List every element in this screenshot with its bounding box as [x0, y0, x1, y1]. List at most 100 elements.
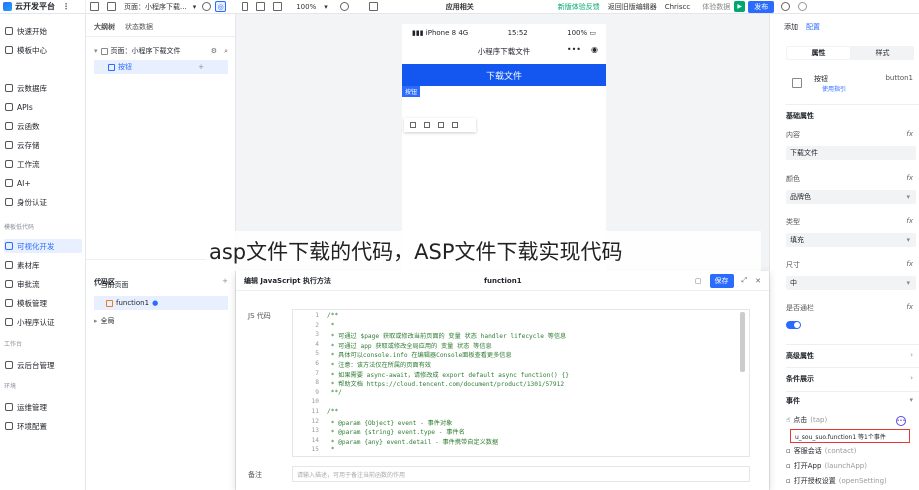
note-input[interactable]: 请输入描述，可用于备注当前函数的作用 [292, 466, 750, 482]
sidebar-item[interactable]: 工作流 [4, 157, 82, 171]
sidebar-item[interactable]: AI+ [4, 176, 82, 190]
seg-style[interactable]: 样式 [851, 46, 914, 60]
close-circle-icon[interactable]: ◉ [591, 45, 598, 54]
layout-icon[interactable] [90, 2, 99, 11]
desktop-icon[interactable] [273, 2, 283, 11]
sidebar-item[interactable]: 可视化开发 [4, 239, 82, 253]
sidebar-item[interactable]: 云函数 [4, 119, 82, 133]
current-page-group[interactable]: ▾ 当前页面 [94, 278, 228, 292]
fx-icon[interactable]: fx [906, 260, 913, 268]
sidebar-item[interactable]: 审批流 [4, 277, 82, 291]
sidebar-item[interactable]: 运维管理 [4, 400, 82, 414]
line-number: 7 [315, 369, 319, 377]
editor-scrollbar[interactable] [740, 312, 745, 372]
zoom-level[interactable]: 100% [296, 3, 316, 11]
code-line: * 如果需要 async-await，请修改成 export default a… [327, 371, 569, 379]
sidebar-item[interactable]: APIs [4, 100, 82, 114]
event-opensetting-row[interactable]: ▫ 打开授权设置 (openSetting) [786, 476, 887, 486]
expand-icon[interactable]: ⤢ [742, 276, 748, 285]
settings-icon[interactable] [781, 2, 791, 11]
user-name[interactable]: Chriscc [665, 3, 691, 11]
publish-button[interactable]: 发布 [748, 0, 775, 13]
outline-button-row[interactable]: 按钮 + [94, 60, 228, 74]
dots-icon[interactable]: ••• [567, 45, 581, 54]
save-button[interactable]: 保存 [709, 273, 734, 288]
sidebar-item-label: AI+ [17, 178, 31, 188]
undo-icon[interactable] [202, 2, 212, 11]
function-row[interactable]: function1 ● [94, 296, 228, 310]
divider [786, 391, 919, 392]
zoom-chevron-icon[interactable]: ▾ [324, 3, 328, 11]
avatar[interactable] [798, 2, 808, 11]
outline-page-row[interactable]: ▾ 页面：小程序下载文件 ⚙ ⌕ [94, 44, 228, 58]
fx-icon[interactable]: fx [906, 303, 913, 311]
fx-icon[interactable]: fx [906, 130, 913, 138]
bound-event[interactable]: u_sou_suo.function1 等1个事件 [790, 429, 910, 443]
new-version-feedback[interactable]: 新版体验反馈 [558, 2, 600, 12]
fullscreen-icon[interactable] [368, 2, 378, 11]
preview-mode-icon[interactable]: ◎ [215, 1, 227, 12]
tab-outline[interactable]: 大纲树 [94, 22, 115, 32]
chevron-down-icon[interactable]: ▾ [909, 396, 913, 404]
trash-icon[interactable] [452, 122, 458, 128]
sidebar-item[interactable]: 小程序认证 [4, 315, 82, 329]
sidebar-item[interactable]: 环境配置 [4, 419, 82, 433]
chevron-down-icon[interactable]: ▾ [94, 47, 98, 55]
add-icon[interactable]: + [198, 63, 204, 71]
page-icon[interactable] [107, 2, 116, 11]
type-select[interactable]: 填充 ▾ [786, 233, 916, 247]
event-openapp-row[interactable]: ▫ 打开App (launchApp) [786, 461, 867, 471]
tablet-icon[interactable] [256, 2, 266, 11]
chevron-right-icon[interactable]: › [910, 374, 913, 382]
sidebar-item[interactable]: 云数据库 [4, 81, 82, 95]
tab-state-data[interactable]: 状态数据 [125, 22, 153, 32]
sidebar-item-label: 可视化开发 [17, 241, 55, 251]
tab-config[interactable]: 配置 [806, 22, 820, 32]
back-old-editor[interactable]: 返回旧版编辑器 [608, 2, 657, 12]
conditional-title[interactable]: 条件展示 [786, 374, 814, 384]
refresh-icon[interactable] [339, 2, 349, 11]
chevron-right-icon[interactable]: › [910, 351, 913, 359]
chevron-right-icon[interactable]: ▸ [94, 317, 98, 325]
fx-icon[interactable]: fx [906, 217, 913, 225]
global-group[interactable]: ▸ 全局 [94, 314, 228, 328]
sidebar-item[interactable]: 云后台管理 [4, 358, 82, 372]
content-input[interactable]: 下载文件 [786, 146, 916, 160]
more-icon[interactable]: ⋮ [62, 2, 70, 11]
center-title[interactable]: 应用相关 [446, 2, 474, 12]
chevron-down-icon[interactable]: ▾ [94, 281, 98, 289]
run-icon[interactable]: ▶ [734, 1, 746, 12]
sidebar-item[interactable]: 模板管理 [4, 296, 82, 310]
sidebar-item[interactable]: 身份认证 [4, 195, 82, 209]
env-data-select[interactable]: 体验数据 [702, 2, 730, 12]
size-select[interactable]: 中 ▾ [786, 276, 916, 290]
mobile-icon[interactable] [242, 2, 249, 11]
search-icon[interactable]: ⌕ [224, 47, 228, 56]
network: 4G [458, 29, 469, 37]
sidebar-item[interactable]: 模板中心 [4, 43, 82, 57]
event-contact-row[interactable]: ▫ 客服会话 (contact) [786, 446, 856, 456]
save-icon[interactable] [424, 122, 430, 128]
code-editor[interactable]: 1 /** 2 * 3 * 可通过 $page 获取或修改当前页面的 变量 状态 ha… [292, 309, 750, 457]
sidebar-item[interactable]: 云存储 [4, 138, 82, 152]
tab-add[interactable]: 添加 [784, 22, 798, 32]
seg-props[interactable]: 属性 [787, 47, 850, 59]
chevron-down-icon[interactable]: ▾ [193, 3, 197, 11]
layout-icon[interactable]: ▢ [695, 277, 702, 285]
color-select[interactable]: 品牌色 ▾ [786, 190, 916, 204]
event-click-row[interactable]: ☝ 点击 (tap) [786, 415, 827, 425]
page-select[interactable]: 页面：小程序下载... [124, 2, 187, 12]
event-config-icon[interactable]: ••• [896, 416, 906, 426]
advanced-props-title[interactable]: 高级属性 [786, 351, 814, 361]
sidebar-item-label: 审批流 [17, 279, 40, 289]
edit-icon[interactable] [410, 122, 416, 128]
copy-icon[interactable] [438, 122, 444, 128]
fill-toggle[interactable] [786, 321, 801, 329]
download-button[interactable]: 下载文件 按钮 [402, 64, 606, 97]
usage-guide-link[interactable]: 使用指引 [822, 84, 846, 93]
fx-icon[interactable]: fx [906, 174, 913, 182]
close-icon[interactable]: ✕ [755, 277, 761, 285]
gear-icon[interactable]: ⚙ [211, 47, 217, 55]
sidebar-item[interactable]: 素材库 [4, 258, 82, 272]
sidebar-item[interactable]: 快速开始 [4, 24, 82, 38]
